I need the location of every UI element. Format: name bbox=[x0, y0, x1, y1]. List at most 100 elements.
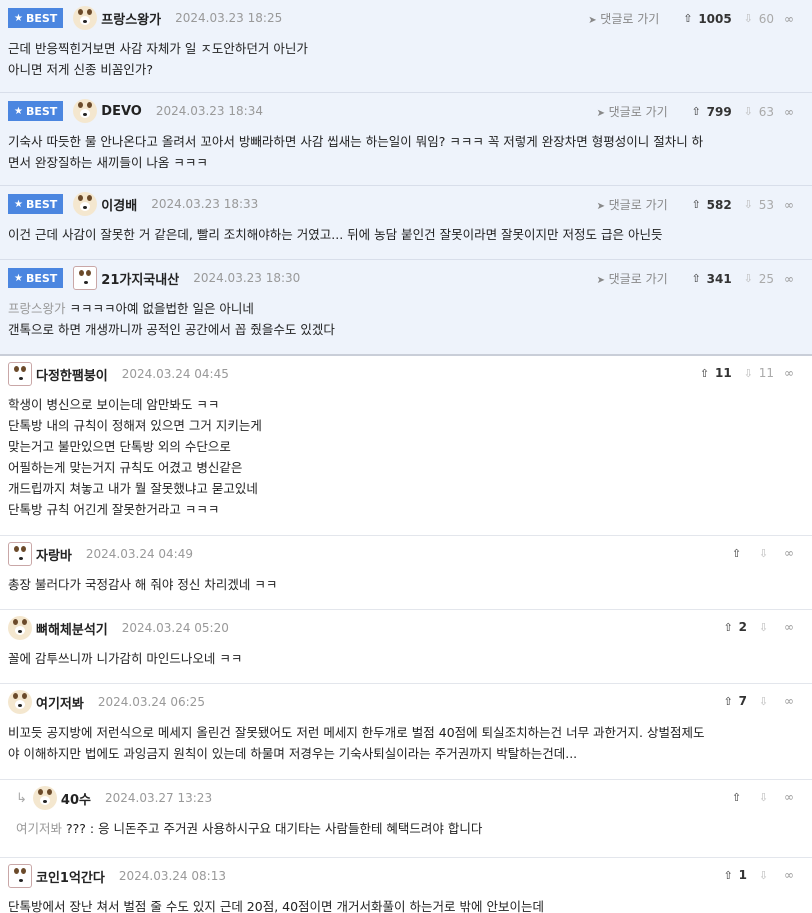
goto-comment-link[interactable]: ➤ 댓글로 가기 bbox=[597, 196, 668, 213]
upvote-button[interactable]: ⇧ 11 bbox=[698, 366, 732, 380]
upvote-button[interactable]: ⇧ 341 bbox=[690, 272, 732, 286]
downvote-button[interactable]: ⇩ 63 bbox=[742, 105, 774, 119]
comment-text: 맞는거고 불만있으면 단톡방 외의 수단으로 bbox=[8, 439, 231, 454]
downvote-button[interactable]: ⇩ 53 bbox=[742, 198, 774, 212]
copy-link-button[interactable]: ∞ bbox=[784, 198, 794, 212]
comment-line: 꼴에 감투쓰니까 니가감히 마인드나오네 ㅋㅋ bbox=[8, 648, 804, 669]
avatar[interactable] bbox=[8, 690, 32, 714]
link-icon: ∞ bbox=[784, 197, 794, 212]
copy-link-button[interactable]: ∞ bbox=[784, 366, 794, 380]
upvote-count: 1 bbox=[738, 868, 747, 882]
upvote-button[interactable]: ⇧ 582 bbox=[690, 198, 732, 212]
goto-comment-link[interactable]: ➤ 댓글로 가기 bbox=[597, 270, 668, 287]
nickname[interactable]: 여기저봐 bbox=[36, 693, 84, 712]
comment-line: 아니면 저게 신종 비꼼인가? bbox=[8, 59, 804, 80]
downvote-button[interactable]: ⇩ 11 bbox=[742, 366, 774, 380]
nickname[interactable]: DEVO bbox=[101, 104, 142, 119]
thumbs-up-icon: ⇧ bbox=[691, 105, 701, 118]
upvote-button[interactable]: ⇧ 7 bbox=[722, 694, 747, 708]
nickname[interactable]: 프랑스왕가 bbox=[101, 9, 161, 28]
upvote-button[interactable]: ⇧ 799 bbox=[690, 105, 732, 119]
upvote-count: 341 bbox=[706, 271, 732, 286]
comment-line: 갠톡으로 하면 개생까니까 공적인 공간에서 꼽 줬을수도 있겠다 bbox=[8, 319, 804, 340]
comment-line: 기숙사 따듯한 물 안나온다고 올려서 꼬아서 방빼라하면 사감 씹새는 하는일… bbox=[8, 131, 804, 152]
comment-header: ★ BEST 프랑스왕가 2024.03.23 18:25 ➤ 댓글로 가기 ⇧ 1005 ⇩ 6… bbox=[8, 0, 804, 36]
avatar[interactable] bbox=[8, 362, 32, 386]
best-comment: ★ BEST 21가지국내산 2024.03.23 18:30 ➤ 댓글로 가기 ⇧ 341 ⇩… bbox=[0, 260, 812, 356]
downvote-button[interactable]: ⇩ 25 bbox=[742, 272, 774, 286]
goto-comment-link[interactable]: ➤ 댓글로 가기 bbox=[597, 103, 668, 120]
nickname[interactable]: 40수 bbox=[61, 789, 91, 808]
comment-body: 꼴에 감투쓰니까 니가감히 마인드나오네 ㅋㅋ bbox=[8, 646, 804, 683]
downvote-button[interactable]: ⇩ 60 bbox=[742, 12, 774, 26]
comment-text: 단톡방 내의 규칙이 정해져 있으면 그거 지키는게 bbox=[8, 418, 262, 433]
avatar[interactable] bbox=[73, 266, 98, 290]
best-comment: ★ BEST DEVO 2024.03.23 18:34 ➤ 댓글로 가기 ⇧ 799 ⇩ 63 ∞… bbox=[0, 93, 812, 186]
comment-header: 여기저봐 2024.03.24 06:25 ⇧ 7 ⇩ ∞ bbox=[8, 684, 804, 720]
avatar[interactable] bbox=[32, 786, 57, 810]
goto-label: 댓글로 가기 bbox=[608, 272, 668, 286]
nickname[interactable]: 코인1억간다 bbox=[36, 867, 105, 886]
copy-link-button[interactable]: ∞ bbox=[784, 620, 794, 634]
upvote-button[interactable]: ⇧ 1 bbox=[722, 868, 747, 882]
thumbs-up-icon: ⇧ bbox=[691, 272, 701, 285]
upvote-button[interactable]: ⇧ bbox=[730, 547, 747, 560]
comment-header: 다정한팸붕이 2024.03.24 04:45 ⇧ 11 ⇩ 11 ∞ bbox=[8, 356, 804, 392]
thumbs-down-icon: ⇩ bbox=[758, 790, 769, 804]
comment-date: 2024.03.24 05:20 bbox=[121, 621, 229, 635]
avatar-nose bbox=[19, 377, 23, 380]
copy-link-button[interactable]: ∞ bbox=[784, 105, 794, 119]
downvote-button[interactable]: ⇩ bbox=[757, 621, 774, 634]
nickname[interactable]: 21가지국내산 bbox=[101, 269, 179, 288]
nickname[interactable]: 다정한팸붕이 bbox=[36, 365, 108, 384]
avatar[interactable] bbox=[73, 99, 98, 123]
comment: 자랑바 2024.03.24 04:49 ⇧ ⇩ ∞ 총장 불러다가 국정감사 해 줘야 … bbox=[0, 536, 812, 610]
downvote-button[interactable]: ⇩ bbox=[757, 791, 774, 804]
comment-text: 아니면 저게 신종 비꼼인가? bbox=[8, 62, 154, 77]
nickname[interactable]: 자랑바 bbox=[36, 545, 72, 564]
avatar[interactable] bbox=[8, 542, 32, 566]
downvote-count: 63 bbox=[758, 104, 774, 119]
comment-date: 2024.03.24 04:49 bbox=[85, 547, 193, 561]
nickname[interactable]: 이경배 bbox=[101, 195, 137, 214]
copy-link-button[interactable]: ∞ bbox=[784, 868, 794, 882]
link-icon: ∞ bbox=[784, 790, 794, 804]
upvote-button[interactable]: ⇧ 2 bbox=[722, 620, 747, 634]
avatar[interactable] bbox=[8, 864, 32, 888]
downvote-button[interactable]: ⇩ bbox=[757, 869, 774, 882]
goto-comment-link[interactable]: ➤ 댓글로 가기 bbox=[588, 10, 659, 27]
comment-text: 개드립까지 쳐놓고 내가 뭘 잘못했냐고 묻고있네 bbox=[8, 481, 258, 496]
thumbs-up-icon: ⇧ bbox=[723, 620, 733, 634]
comment-actions: ➤ 댓글로 가기 ⇧ 799 ⇩ 63 ∞ bbox=[597, 103, 794, 120]
comment-header: ★ BEST 21가지국내산 2024.03.23 18:30 ➤ 댓글로 가기 ⇧ 341 ⇩… bbox=[8, 260, 804, 296]
nickname[interactable]: 뼈해체분석기 bbox=[36, 619, 108, 638]
upvote-count: 11 bbox=[715, 366, 732, 380]
comment-line: 맞는거고 불만있으면 단톡방 외의 수단으로 bbox=[8, 436, 804, 457]
upvote-button[interactable]: ⇧ bbox=[730, 791, 747, 804]
comment-line: 프랑스왕가 ㅋㅋㅋㅋ아예 없을법한 일은 아니네 bbox=[8, 298, 804, 319]
downvote-count: 25 bbox=[758, 271, 774, 286]
downvote-button[interactable]: ⇩ bbox=[757, 547, 774, 560]
avatar[interactable] bbox=[8, 616, 32, 640]
comment-text: 기숙사 따듯한 물 안나온다고 올려서 꼬아서 방빼라하면 사감 씹새는 하는일… bbox=[8, 134, 704, 149]
copy-link-button[interactable]: ∞ bbox=[784, 272, 794, 286]
comment-body: 단톡방에서 장난 쳐서 벌점 줄 수도 있지 근데 20점, 40점이면 개거서… bbox=[8, 894, 804, 913]
comment-date: 2024.03.24 04:45 bbox=[121, 367, 229, 381]
copy-link-button[interactable]: ∞ bbox=[784, 12, 794, 26]
copy-link-button[interactable]: ∞ bbox=[784, 546, 794, 560]
goto-label: 댓글로 가기 bbox=[608, 105, 668, 119]
upvote-button[interactable]: ⇧ 1005 bbox=[681, 12, 732, 26]
copy-link-button[interactable]: ∞ bbox=[784, 790, 794, 804]
link-icon: ∞ bbox=[784, 271, 794, 286]
avatar[interactable] bbox=[73, 6, 98, 30]
comment-date: 2024.03.23 18:33 bbox=[151, 197, 259, 211]
mention-link[interactable]: 여기저봐 bbox=[16, 821, 62, 836]
downvote-button[interactable]: ⇩ bbox=[757, 695, 774, 708]
comment-actions: ⇧ 7 ⇩ ∞ bbox=[712, 694, 794, 708]
avatar[interactable] bbox=[73, 192, 98, 216]
comment-line: 근데 반응찍힌거보면 사감 자체가 일 ㅈ도안하던거 아닌가 bbox=[8, 38, 804, 59]
copy-link-button[interactable]: ∞ bbox=[784, 694, 794, 708]
comment-text: 학생이 병신으로 보이는데 암만봐도 ㅋㅋ bbox=[8, 397, 220, 412]
mention-link[interactable]: 프랑스왕가 bbox=[8, 301, 66, 316]
downvote-count: 53 bbox=[758, 197, 774, 212]
